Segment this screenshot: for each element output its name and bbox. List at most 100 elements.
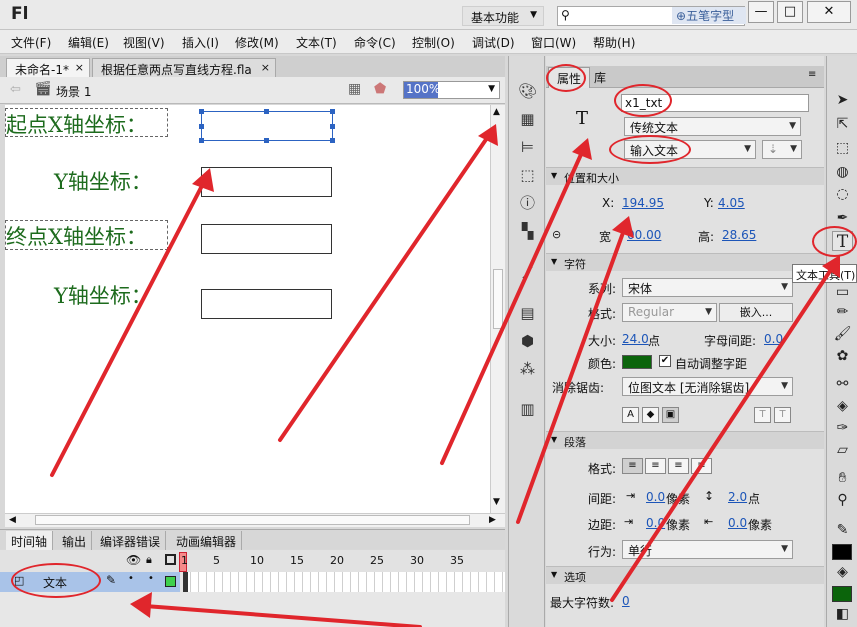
font-style-select[interactable]: Regular ▼ — [622, 303, 717, 322]
outline-icon[interactable] — [165, 554, 176, 565]
stage-horizontal-scrollbar[interactable]: ◀ ▶ — [5, 513, 505, 527]
section-position-size[interactable]: 位置和大小 — [546, 167, 824, 185]
menu-edit[interactable]: 编辑(E) — [68, 34, 109, 51]
tab-library[interactable]: 库 — [594, 69, 606, 86]
tab-motion-editor[interactable]: 动画编辑器 — [171, 531, 243, 550]
hand-tool-icon[interactable]: ✋︎ — [832, 468, 853, 488]
maximize-button[interactable]: □ — [777, 1, 803, 23]
close-icon[interactable]: × — [261, 61, 270, 74]
section-paragraph[interactable]: 段落 — [546, 431, 824, 449]
border-icon[interactable]: ▣ — [662, 407, 679, 423]
menu-commands[interactable]: 命令(C) — [354, 34, 396, 51]
kerning-checkbox[interactable]: ✔ — [659, 355, 671, 367]
stage-vertical-scrollbar[interactable]: ▲ ▼ — [490, 105, 505, 513]
keyframe[interactable] — [183, 572, 188, 592]
layer-outline-color[interactable] — [165, 576, 176, 587]
visible-dot-icon[interactable]: • — [128, 573, 134, 584]
brush-tool-icon[interactable]: 🖌︎ — [832, 324, 853, 344]
edit-symbol-icon[interactable]: ⬟ — [374, 81, 386, 97]
align-icon[interactable]: ⊨ — [518, 138, 537, 156]
info-icon[interactable]: ⓘ — [518, 194, 537, 212]
selected-text-field[interactable] — [199, 109, 335, 143]
leading-value[interactable]: 2.0 — [728, 490, 747, 504]
selectable-icon[interactable]: A — [622, 407, 639, 423]
lasso-tool-icon[interactable]: ◌ — [832, 184, 853, 204]
left-margin-value[interactable]: 0.0 — [646, 516, 665, 530]
code-snippets-icon[interactable]: ▚ — [518, 222, 537, 240]
fill-color-swatch[interactable] — [832, 586, 852, 602]
section-options[interactable]: 选项 — [546, 566, 824, 584]
scroll-up-icon[interactable]: ▲ — [493, 107, 500, 117]
text-engine-select[interactable]: 传统文本 ▼ — [624, 117, 801, 136]
scroll-thumb[interactable] — [35, 515, 470, 525]
link-icon[interactable]: ⊝ — [552, 228, 561, 241]
minimize-button[interactable]: — — [748, 1, 774, 23]
menu-debug[interactable]: 调试(D) — [472, 34, 515, 51]
eye-icon[interactable]: 👁︎ — [126, 553, 141, 567]
scroll-thumb[interactable] — [493, 269, 503, 329]
width-value[interactable]: 00.00 — [627, 228, 661, 242]
tab-compiler-errors[interactable]: 编译器错误 — [95, 531, 167, 550]
y-value[interactable]: 4.05 — [718, 196, 745, 210]
stage-canvas[interactable]: 起点X轴坐标： Y轴坐标： 终点X轴坐标： Y轴坐标： — [5, 105, 490, 513]
panel-menu-icon[interactable]: ≡ — [808, 69, 816, 80]
close-icon[interactable]: × — [75, 61, 84, 74]
movie-explorer-icon[interactable]: ⁂ — [518, 360, 537, 378]
transform-icon[interactable]: ⬚ — [518, 166, 537, 184]
align-justify-icon[interactable]: ≡ — [691, 458, 712, 474]
edit-scene-icon[interactable]: ▦ — [348, 81, 361, 97]
end-x-input-field[interactable] — [201, 224, 332, 254]
zoom-tool-icon[interactable]: ⚲ — [832, 490, 853, 510]
lock-icon[interactable]: 🔒︎ — [146, 553, 152, 567]
selection-tool-icon[interactable]: ➤ — [832, 90, 853, 110]
height-value[interactable]: 28.65 — [722, 228, 756, 242]
subscript-icon[interactable]: T — [774, 407, 791, 423]
x-value[interactable]: 194.95 — [622, 196, 664, 210]
end-y-input-field[interactable] — [201, 289, 332, 319]
menu-window[interactable]: 窗口(W) — [531, 34, 576, 51]
menu-control[interactable]: 控制(O) — [412, 34, 455, 51]
tab-output[interactable]: 输出 — [57, 531, 93, 550]
html-format-icon[interactable]: ◆ — [642, 407, 659, 423]
menu-text[interactable]: 文本(T) — [296, 34, 337, 51]
pen-tool-icon[interactable]: ✒ — [832, 208, 853, 228]
eyedropper-tool-icon[interactable]: ✑ — [832, 418, 853, 438]
close-button[interactable]: ✕ — [807, 1, 851, 23]
indent-value[interactable]: 0.0 — [646, 490, 665, 504]
orientation-select[interactable]: ⇣ ▼ — [762, 140, 802, 159]
align-right-icon[interactable]: ≡ — [668, 458, 689, 474]
start-y-input-field[interactable] — [201, 167, 332, 197]
menu-help[interactable]: 帮助(H) — [593, 34, 635, 51]
deco-tool-icon[interactable]: ✿ — [832, 346, 853, 366]
size-value[interactable]: 24.0 — [622, 332, 649, 346]
antialias-select[interactable]: 位图文本 [无消除锯齿] ▼ — [622, 377, 793, 396]
swap-colors-icon[interactable]: ◧ — [832, 604, 853, 624]
doc-tab-untitled[interactable]: 未命名-1* × — [6, 58, 90, 77]
eraser-tool-icon[interactable]: ▱ — [832, 440, 853, 460]
right-margin-value[interactable]: 0.0 — [728, 516, 747, 530]
workspace-switcher[interactable]: 基本功能 ▼ — [462, 6, 544, 26]
embed-button[interactable]: 嵌入... — [719, 303, 793, 322]
menu-view[interactable]: 视图(V) — [123, 34, 165, 51]
color-icon[interactable]: 🎨︎ — [518, 82, 537, 100]
align-left-icon[interactable]: ≡ — [622, 458, 643, 474]
rectangle-tool-icon[interactable]: ▭ — [832, 282, 853, 302]
zoom-select[interactable]: 100% ▼ — [403, 81, 500, 99]
lock-dot-icon[interactable]: • — [148, 573, 154, 584]
align-center-icon[interactable]: ≡ — [645, 458, 666, 474]
doc-tab-fla[interactable]: 根据任意两点写直线方程.fla × — [92, 58, 276, 77]
history-icon[interactable]: ▤ — [518, 304, 537, 322]
paint-bucket-tool-icon[interactable]: ◈ — [832, 396, 853, 416]
menu-insert[interactable]: 插入(I) — [182, 34, 219, 51]
font-family-select[interactable]: 宋体 ▼ — [622, 278, 793, 297]
scroll-down-icon[interactable]: ▼ — [493, 497, 500, 507]
motion-presets-icon[interactable]: ⟋ — [518, 264, 537, 282]
letter-spacing-value[interactable]: 0.0 — [764, 332, 783, 346]
scene-panel-icon[interactable]: ▥ — [518, 400, 537, 418]
menu-file[interactable]: 文件(F) — [11, 34, 51, 51]
section-character[interactable]: 字符 — [546, 253, 824, 271]
bone-tool-icon[interactable]: ⚯ — [832, 374, 853, 394]
components-icon[interactable]: ⬢ — [518, 332, 537, 350]
subselection-tool-icon[interactable]: ⇱ — [832, 114, 853, 134]
swatches-icon[interactable]: ▦ — [518, 110, 537, 128]
